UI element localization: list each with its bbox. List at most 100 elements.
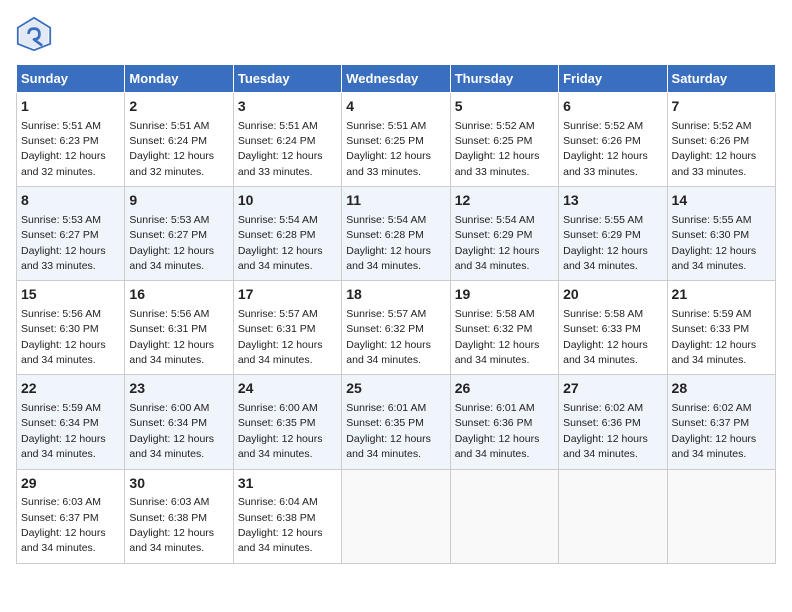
- calendar-cell: 8 Sunrise: 5:53 AMSunset: 6:27 PMDaylight…: [17, 187, 125, 281]
- day-detail: Sunrise: 5:55 AMSunset: 6:30 PMDaylight:…: [672, 214, 757, 272]
- day-number: 26: [455, 379, 554, 399]
- day-header: Thursday: [450, 65, 558, 93]
- day-detail: Sunrise: 5:59 AMSunset: 6:34 PMDaylight:…: [21, 402, 106, 460]
- day-number: 17: [238, 285, 337, 305]
- day-detail: Sunrise: 6:00 AMSunset: 6:34 PMDaylight:…: [129, 402, 214, 460]
- day-number: 6: [563, 97, 662, 117]
- day-detail: Sunrise: 5:52 AMSunset: 6:25 PMDaylight:…: [455, 120, 540, 178]
- day-number: 21: [672, 285, 771, 305]
- day-number: 9: [129, 191, 228, 211]
- day-number: 29: [21, 474, 120, 494]
- calendar-cell: [667, 469, 775, 563]
- day-detail: Sunrise: 5:51 AMSunset: 6:24 PMDaylight:…: [129, 120, 214, 178]
- calendar-cell: 13Sunrise: 5:55 AMSunset: 6:29 PMDayligh…: [559, 187, 667, 281]
- calendar-cell: 17Sunrise: 5:57 AMSunset: 6:31 PMDayligh…: [233, 281, 341, 375]
- day-number: 24: [238, 379, 337, 399]
- day-detail: Sunrise: 5:53 AMSunset: 6:27 PMDaylight:…: [21, 214, 106, 272]
- day-number: 8: [21, 191, 120, 211]
- calendar-cell: 2 Sunrise: 5:51 AMSunset: 6:24 PMDaylight…: [125, 93, 233, 187]
- day-detail: Sunrise: 5:59 AMSunset: 6:33 PMDaylight:…: [672, 308, 757, 366]
- calendar-cell: 15 Sunrise: 5:56 AMSunset: 6:30 PMDayligh…: [17, 281, 125, 375]
- calendar-cell: 20Sunrise: 5:58 AMSunset: 6:33 PMDayligh…: [559, 281, 667, 375]
- calendar-cell: 3 Sunrise: 5:51 AMSunset: 6:24 PMDaylight…: [233, 93, 341, 187]
- calendar-cell: 30Sunrise: 6:03 AMSunset: 6:38 PMDayligh…: [125, 469, 233, 563]
- day-number: 18: [346, 285, 445, 305]
- day-number: 22: [21, 379, 120, 399]
- day-detail: Sunrise: 5:56 AMSunset: 6:31 PMDaylight:…: [129, 308, 214, 366]
- calendar-header-row: SundayMondayTuesdayWednesdayThursdayFrid…: [17, 65, 776, 93]
- day-number: 2: [129, 97, 228, 117]
- day-number: 10: [238, 191, 337, 211]
- calendar-cell: 16 Sunrise: 5:56 AMSunset: 6:31 PMDayligh…: [125, 281, 233, 375]
- day-header: Saturday: [667, 65, 775, 93]
- day-header: Monday: [125, 65, 233, 93]
- day-number: 19: [455, 285, 554, 305]
- day-number: 11: [346, 191, 445, 211]
- calendar-cell: 19 Sunrise: 5:58 AMSunset: 6:32 PMDayligh…: [450, 281, 558, 375]
- calendar-week-row: 29Sunrise: 6:03 AMSunset: 6:37 PMDayligh…: [17, 469, 776, 563]
- calendar-cell: 10 Sunrise: 5:54 AMSunset: 6:28 PMDayligh…: [233, 187, 341, 281]
- day-number: 12: [455, 191, 554, 211]
- day-detail: Sunrise: 6:02 AMSunset: 6:37 PMDaylight:…: [672, 402, 757, 460]
- calendar-cell: 14 Sunrise: 5:55 AMSunset: 6:30 PMDayligh…: [667, 187, 775, 281]
- day-detail: Sunrise: 6:00 AMSunset: 6:35 PMDaylight:…: [238, 402, 323, 460]
- day-header: Sunday: [17, 65, 125, 93]
- calendar-cell: 9 Sunrise: 5:53 AMSunset: 6:27 PMDaylight…: [125, 187, 233, 281]
- day-number: 14: [672, 191, 771, 211]
- calendar-cell: 28 Sunrise: 6:02 AMSunset: 6:37 PMDayligh…: [667, 375, 775, 469]
- day-header: Tuesday: [233, 65, 341, 93]
- day-detail: Sunrise: 5:54 AMSunset: 6:29 PMDaylight:…: [455, 214, 540, 272]
- day-detail: Sunrise: 5:51 AMSunset: 6:25 PMDaylight:…: [346, 120, 431, 178]
- day-number: 27: [563, 379, 662, 399]
- day-detail: Sunrise: 5:52 AMSunset: 6:26 PMDaylight:…: [563, 120, 648, 178]
- day-detail: Sunrise: 6:03 AMSunset: 6:38 PMDaylight:…: [129, 496, 214, 554]
- day-detail: Sunrise: 5:51 AMSunset: 6:24 PMDaylight:…: [238, 120, 323, 178]
- calendar-cell: 23Sunrise: 6:00 AMSunset: 6:34 PMDayligh…: [125, 375, 233, 469]
- day-detail: Sunrise: 5:53 AMSunset: 6:27 PMDaylight:…: [129, 214, 214, 272]
- day-detail: Sunrise: 5:51 AMSunset: 6:23 PMDaylight:…: [21, 120, 106, 178]
- day-detail: Sunrise: 5:52 AMSunset: 6:26 PMDaylight:…: [672, 120, 757, 178]
- day-detail: Sunrise: 5:54 AMSunset: 6:28 PMDaylight:…: [346, 214, 431, 272]
- calendar-cell: [450, 469, 558, 563]
- day-header: Friday: [559, 65, 667, 93]
- day-number: 4: [346, 97, 445, 117]
- day-detail: Sunrise: 5:54 AMSunset: 6:28 PMDaylight:…: [238, 214, 323, 272]
- day-number: 13: [563, 191, 662, 211]
- day-number: 1: [21, 97, 120, 117]
- day-header: Wednesday: [342, 65, 450, 93]
- calendar-week-row: 1 Sunrise: 5:51 AMSunset: 6:23 PMDaylight…: [17, 93, 776, 187]
- page-header: [16, 16, 776, 52]
- calendar-cell: 5 Sunrise: 5:52 AMSunset: 6:25 PMDaylight…: [450, 93, 558, 187]
- calendar-cell: 12 Sunrise: 5:54 AMSunset: 6:29 PMDayligh…: [450, 187, 558, 281]
- day-detail: Sunrise: 5:56 AMSunset: 6:30 PMDaylight:…: [21, 308, 106, 366]
- calendar-cell: 6 Sunrise: 5:52 AMSunset: 6:26 PMDaylight…: [559, 93, 667, 187]
- calendar-cell: 24 Sunrise: 6:00 AMSunset: 6:35 PMDayligh…: [233, 375, 341, 469]
- day-detail: Sunrise: 5:57 AMSunset: 6:32 PMDaylight:…: [346, 308, 431, 366]
- calendar-cell: 26 Sunrise: 6:01 AMSunset: 6:36 PMDayligh…: [450, 375, 558, 469]
- day-detail: Sunrise: 6:01 AMSunset: 6:35 PMDaylight:…: [346, 402, 431, 460]
- day-detail: Sunrise: 5:58 AMSunset: 6:33 PMDaylight:…: [563, 308, 648, 366]
- calendar-cell: 7Sunrise: 5:52 AMSunset: 6:26 PMDaylight…: [667, 93, 775, 187]
- day-number: 16: [129, 285, 228, 305]
- calendar-cell: 4 Sunrise: 5:51 AMSunset: 6:25 PMDaylight…: [342, 93, 450, 187]
- calendar-cell: 1 Sunrise: 5:51 AMSunset: 6:23 PMDaylight…: [17, 93, 125, 187]
- day-number: 5: [455, 97, 554, 117]
- calendar-cell: 11 Sunrise: 5:54 AMSunset: 6:28 PMDayligh…: [342, 187, 450, 281]
- day-detail: Sunrise: 6:04 AMSunset: 6:38 PMDaylight:…: [238, 496, 323, 554]
- calendar-table: SundayMondayTuesdayWednesdayThursdayFrid…: [16, 64, 776, 564]
- day-detail: Sunrise: 6:03 AMSunset: 6:37 PMDaylight:…: [21, 496, 106, 554]
- calendar-cell: 22 Sunrise: 5:59 AMSunset: 6:34 PMDayligh…: [17, 375, 125, 469]
- logo-icon: [16, 16, 52, 52]
- day-number: 3: [238, 97, 337, 117]
- day-number: 25: [346, 379, 445, 399]
- day-detail: Sunrise: 5:58 AMSunset: 6:32 PMDaylight:…: [455, 308, 540, 366]
- calendar-cell: 27Sunrise: 6:02 AMSunset: 6:36 PMDayligh…: [559, 375, 667, 469]
- day-number: 15: [21, 285, 120, 305]
- calendar-cell: 29Sunrise: 6:03 AMSunset: 6:37 PMDayligh…: [17, 469, 125, 563]
- day-number: 31: [238, 474, 337, 494]
- calendar-week-row: 22 Sunrise: 5:59 AMSunset: 6:34 PMDayligh…: [17, 375, 776, 469]
- calendar-cell: 18 Sunrise: 5:57 AMSunset: 6:32 PMDayligh…: [342, 281, 450, 375]
- day-number: 28: [672, 379, 771, 399]
- calendar-week-row: 15 Sunrise: 5:56 AMSunset: 6:30 PMDayligh…: [17, 281, 776, 375]
- day-detail: Sunrise: 6:01 AMSunset: 6:36 PMDaylight:…: [455, 402, 540, 460]
